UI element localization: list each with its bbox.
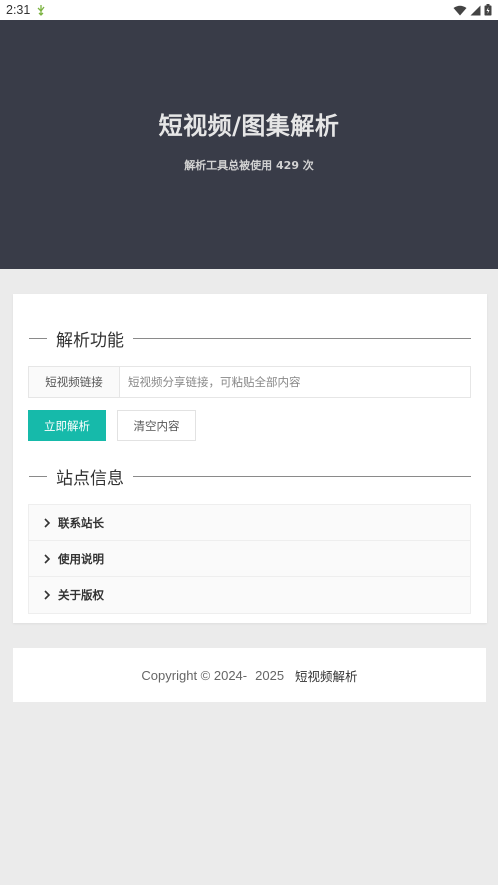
collapse-item-label: 联系站长 [58, 515, 104, 530]
status-bar: 2:31 [0, 0, 498, 20]
collapse-item-label: 关于版权 [58, 588, 104, 602]
legend-line [29, 337, 47, 339]
site-info-section-legend: 站点信息 [29, 464, 471, 489]
video-link-input[interactable] [120, 367, 470, 397]
collapse-item-usage[interactable]: 使用说明 [29, 541, 470, 577]
site-info-collapse: 联系站长 使用说明 关于版权 [28, 504, 471, 614]
copyright-year-end: 2025 [255, 667, 285, 683]
battery-icon [484, 4, 492, 16]
cell-signal-icon [470, 5, 481, 15]
chevron-right-icon [44, 590, 51, 600]
collapse-item-label: 使用说明 [58, 551, 104, 566]
legend-line [133, 337, 471, 339]
collapse-item-contact[interactable]: 联系站长 [29, 505, 470, 541]
app-notification-icon [37, 5, 45, 16]
copyright-text: Copyright © 2024- [141, 667, 248, 683]
clear-button[interactable]: 清空内容 [117, 410, 196, 441]
usage-count-text: 解析工具总被使用 429 次 [184, 159, 314, 172]
wifi-icon [453, 5, 467, 15]
chevron-right-icon [44, 517, 51, 528]
site-name-link[interactable]: 短视频解析 [295, 666, 358, 685]
main-card: 解析功能 短视频链接 立即解析 清空内容 站点信息 联系站长 使用说明 [13, 294, 487, 623]
chevron-right-icon [44, 553, 51, 564]
legend-line [133, 475, 471, 477]
parse-section-title: 解析功能 [56, 330, 124, 351]
collapse-item-copyright[interactable]: 关于版权 [29, 577, 470, 613]
page-title: 短视频/图集解析 [158, 112, 340, 140]
legend-line [29, 475, 47, 477]
parse-button[interactable]: 立即解析 [28, 410, 106, 441]
video-link-label: 短视频链接 [29, 367, 120, 397]
header-banner: 短视频/图集解析 解析工具总被使用 429 次 [0, 20, 498, 269]
parse-section-legend: 解析功能 [29, 326, 471, 351]
site-info-section-title: 站点信息 [56, 468, 124, 489]
video-link-form-row: 短视频链接 [28, 366, 471, 398]
footer: Copyright © 2024- 2025 短视频解析 [13, 648, 486, 702]
status-time: 2:31 [6, 3, 31, 17]
